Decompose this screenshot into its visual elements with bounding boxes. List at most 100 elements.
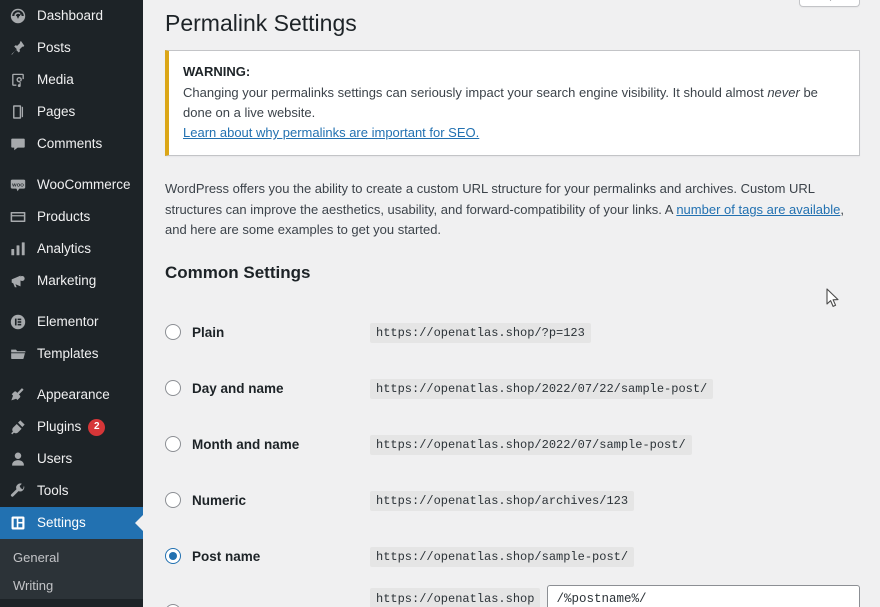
permalink-options-body: Plain https://openatlas.shop/?p=123 Day an…: [165, 304, 860, 607]
sidebar-item-label: Dashboard: [37, 8, 104, 24]
sidebar-item-users[interactable]: Users: [0, 443, 143, 475]
custom-label-cell: Custom Structure: [165, 584, 370, 607]
dashboard-icon: [8, 6, 28, 26]
sidebar-item-plugins[interactable]: Plugins 2: [0, 411, 143, 443]
elementor-icon: [8, 312, 28, 332]
permalink-option-row: Month and name https://openatlas.shop/202…: [165, 416, 860, 472]
sidebar-separator: [0, 160, 143, 169]
custom-url-prefix: https://openatlas.shop: [370, 587, 541, 607]
sidebar-menu-list: Dashboard Posts Media Pages Comments WOO WooCo…: [0, 0, 143, 539]
sidebar-item-label: Settings: [37, 515, 86, 531]
permalink-warning-notice: WARNING: Changing your permalinks settin…: [165, 49, 860, 157]
sidebar-item-label: Tools: [37, 483, 69, 499]
custom-structure-row: Custom Structurehttps://openatlas.shopAv…: [165, 584, 860, 607]
permalink-option-row: Numeric https://openatlas.shop/archives/1…: [165, 472, 860, 528]
sidebar-item-label: Comments: [37, 136, 103, 152]
settings-icon: [8, 513, 28, 533]
sidebar-item-marketing[interactable]: Marketing: [0, 265, 143, 297]
permalink-option-post-name[interactable]: Post name: [165, 548, 370, 565]
warning-text: Changing your permalinks settings can se…: [183, 85, 818, 120]
sidebar-item-label: WooCommerce: [37, 177, 131, 193]
help-tab-wrap: Help ▼: [799, 0, 860, 7]
settings-submenu: General Writing: [0, 539, 143, 600]
page-icon: [8, 102, 28, 122]
submenu-item-general[interactable]: General: [0, 544, 143, 572]
warning-title: WARNING:: [183, 63, 251, 79]
sidebar-item-analytics[interactable]: Analytics: [0, 233, 143, 265]
radio-post-name[interactable]: [165, 548, 181, 565]
permalink-option-row: Day and name https://openatlas.shop/2022/…: [165, 360, 860, 416]
sidebar-item-dashboard[interactable]: Dashboard: [0, 0, 143, 32]
option-label-text: Post name: [192, 548, 261, 564]
sidebar-item-woocommerce[interactable]: WOO WooCommerce: [0, 169, 143, 201]
sidebar-item-label: Elementor: [37, 314, 99, 330]
radio-month-and-name[interactable]: [165, 436, 181, 453]
media-icon: [8, 70, 28, 90]
warning-text-before: Changing your permalinks settings can se…: [183, 85, 768, 101]
option-url-example: https://openatlas.shop/2022/07/sample-po…: [370, 435, 692, 456]
megaphone-icon: [8, 271, 28, 291]
plugin-icon: [8, 417, 28, 437]
sidebar-item-posts[interactable]: Posts: [0, 32, 143, 64]
option-url-cell: https://openatlas.shop/?p=123: [370, 304, 860, 360]
sidebar-separator: [0, 370, 143, 379]
sidebar-item-settings[interactable]: Settings: [0, 507, 143, 539]
submenu-item-writing[interactable]: Writing: [0, 572, 143, 600]
update-count-badge: 2: [88, 418, 106, 436]
permalink-option-month-and-name[interactable]: Month and name: [165, 436, 370, 453]
sidebar-item-label: Appearance: [37, 387, 110, 403]
option-label-text: Numeric: [192, 492, 247, 508]
option-url-example: https://openatlas.shop/sample-post/: [370, 547, 635, 568]
permalink-option-row: Post name https://openatlas.shop/sample-p…: [165, 528, 860, 584]
sidebar-item-appearance[interactable]: Appearance: [0, 379, 143, 411]
seo-learn-more-link[interactable]: Learn about why permalinks are important…: [183, 125, 479, 140]
products-icon: [8, 207, 28, 227]
permalink-option-day-and-name[interactable]: Day and name: [165, 380, 370, 397]
sidebar-item-elementor[interactable]: Elementor: [0, 306, 143, 338]
wrench-icon: [8, 481, 28, 501]
option-label-cell: Plain: [165, 304, 370, 360]
sidebar-item-label: Products: [37, 209, 91, 225]
available-tags-link[interactable]: number of tags are available: [676, 202, 840, 217]
sidebar-item-templates[interactable]: Templates: [0, 338, 143, 370]
sidebar-item-label: Templates: [37, 346, 99, 362]
option-label-cell: Post name: [165, 528, 370, 584]
sidebar-item-media[interactable]: Media: [0, 64, 143, 96]
sidebar-item-label: Users: [37, 451, 73, 467]
common-settings-heading: Common Settings: [165, 263, 311, 283]
option-url-cell: https://openatlas.shop/archives/123: [370, 472, 860, 528]
option-url-cell: https://openatlas.shop/sample-post/: [370, 528, 860, 584]
wordpress-admin-screen: Dashboard Posts Media Pages Comments WOO WooCo…: [0, 0, 880, 607]
sidebar-item-tools[interactable]: Tools: [0, 475, 143, 507]
sidebar-item-label: Media: [37, 72, 74, 88]
option-label-text: Plain: [192, 324, 225, 340]
option-url-example: https://openatlas.shop/archives/123: [370, 491, 635, 512]
permalink-option-numeric[interactable]: Numeric: [165, 492, 370, 509]
folder-icon: [8, 344, 28, 364]
sidebar-item-pages[interactable]: Pages: [0, 96, 143, 128]
sidebar-item-comments[interactable]: Comments: [0, 128, 143, 160]
custom-structure-field: https://openatlas.shop: [370, 584, 860, 607]
sidebar-item-label: Pages: [37, 104, 76, 120]
radio-numeric[interactable]: [165, 492, 181, 509]
custom-structure-input[interactable]: [547, 584, 860, 607]
sidebar-item-label: Posts: [37, 40, 71, 56]
sidebar-item-label: Plugins: [37, 419, 82, 435]
intro-paragraph: WordPress offers you the ability to crea…: [165, 179, 855, 240]
option-url-cell: https://openatlas.shop/2022/07/22/sample…: [370, 360, 860, 416]
pin-icon: [8, 38, 28, 58]
option-label-text: Day and name: [192, 380, 284, 396]
svg-text:WOO: WOO: [12, 182, 24, 187]
radio-day-and-name[interactable]: [165, 380, 181, 397]
radio-plain[interactable]: [165, 324, 181, 341]
help-button[interactable]: Help ▼: [799, 0, 860, 7]
option-label-text: Month and name: [192, 436, 300, 452]
warning-emphasis: never: [767, 85, 800, 101]
sidebar-item-products[interactable]: Products: [0, 201, 143, 233]
sidebar-item-label: Marketing: [37, 273, 97, 289]
option-label-cell: Numeric: [165, 472, 370, 528]
permalink-option-plain[interactable]: Plain: [165, 324, 370, 341]
analytics-icon: [8, 239, 28, 259]
option-url-cell: https://openatlas.shop/2022/07/sample-po…: [370, 416, 860, 472]
main-content: Help ▼ Permalink Settings WARNING: Chang…: [143, 0, 880, 607]
